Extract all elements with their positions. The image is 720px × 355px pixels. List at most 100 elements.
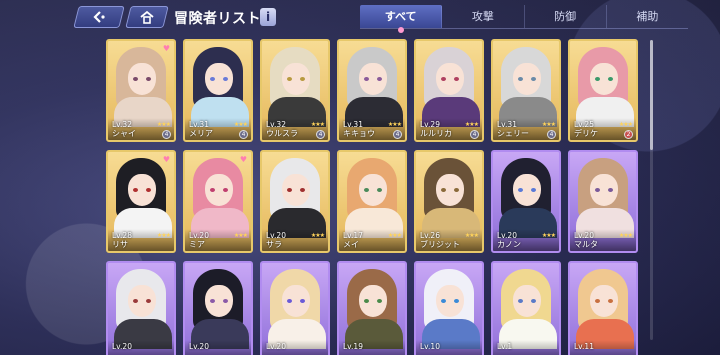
adventurer-name: ルルリカ [420, 129, 452, 138]
tab-attack[interactable]: 攻撃 [442, 5, 525, 28]
adventurer-card[interactable]: Lv.20 ★★★ カノン [491, 150, 561, 253]
level-label: Lv.20 [189, 342, 209, 351]
adventurer-card[interactable]: Lv.20 ★★★ サラ [260, 150, 330, 253]
adventurer-name: サラ [266, 240, 282, 249]
portrait-eye [518, 299, 523, 303]
rarity-stars: ★★★ [233, 232, 248, 239]
portrait-eye [300, 299, 305, 303]
portrait-eye [146, 188, 151, 192]
adventurer-card[interactable]: ♥ Lv.20 ★★★ ミア [183, 150, 253, 253]
portrait-eye [133, 299, 138, 303]
portrait-eye [608, 77, 613, 81]
adventurer-grid: ♥ Lv.32 ★★★ シャイ 4 Lv.31 ★★★ メリア 4 Lv.32 ★★★ ウルスラ 4 Lv… [100, 34, 645, 355]
rank-badge: 4 [470, 130, 479, 139]
adventurer-card[interactable]: Lv.19 [337, 261, 407, 355]
tab-all[interactable]: すべて [360, 5, 443, 33]
portrait-eye [377, 188, 382, 192]
tab-defense[interactable]: 防御 [525, 5, 607, 28]
level-label: Lv.10 [420, 342, 440, 351]
back-arrow-icon [93, 11, 105, 23]
portrait-eye [133, 188, 138, 192]
top-bar: 冒険者リスト i すべて 攻撃 防御 補助 [0, 0, 720, 34]
adventurer-card[interactable]: ♥ Lv.28 ★★★ リサ [106, 150, 176, 253]
adventurer-name: カノン [497, 240, 521, 249]
adventurer-name: ブリジット [420, 240, 460, 249]
portrait-eye [531, 77, 536, 81]
portrait-eye [364, 77, 369, 81]
portrait-eye [595, 299, 600, 303]
portrait-eye [454, 299, 459, 303]
adventurer-card[interactable]: ♥ Lv.32 ★★★ シャイ 4 [106, 39, 176, 142]
portrait-eye [531, 299, 536, 303]
level-label: Lv.11 [574, 342, 594, 351]
rarity-stars: ★★★ [464, 232, 479, 239]
tab-support[interactable]: 補助 [607, 5, 688, 28]
portrait-eye [608, 299, 613, 303]
rarity-stars: ★★★ [541, 232, 556, 239]
adventurer-card[interactable]: Lv.29 ★★★ ルルリカ 4 [414, 39, 484, 142]
adventurer-card[interactable]: Lv.20 ★★★ マルタ [568, 150, 638, 253]
adventurer-card[interactable]: Lv.20 [106, 261, 176, 355]
adventurer-card[interactable]: Lv.20 [260, 261, 330, 355]
portrait-eye [300, 188, 305, 192]
scrollbar-thumb[interactable] [650, 40, 653, 150]
adventurer-card[interactable]: Lv.25 ★★★ デリケ 2 [568, 39, 638, 142]
rarity-stars: ★★★ [464, 121, 479, 128]
portrait-eye [441, 299, 446, 303]
adventurer-name: シャイ [112, 129, 136, 138]
level-label: Lv.20 [112, 342, 132, 351]
rank-badge: 4 [239, 130, 248, 139]
portrait-eye [454, 188, 459, 192]
portrait-eye [223, 299, 228, 303]
portrait-eye [146, 299, 151, 303]
portrait-eye [223, 188, 228, 192]
adventurer-card[interactable]: Lv.20 [183, 261, 253, 355]
adventurer-name: デリケ [574, 129, 598, 138]
portrait-eye [518, 188, 523, 192]
portrait-eye [518, 77, 523, 81]
adventurer-card[interactable]: Lv.31 ★★★ キキョウ 4 [337, 39, 407, 142]
rarity-stars: ★★★ [233, 121, 248, 128]
adventurer-card[interactable]: Lv.26 ★★★ ブリジット [414, 150, 484, 253]
favorite-heart-icon: ♥ [162, 155, 170, 164]
rarity-stars: ★★★ [156, 121, 171, 128]
rarity-stars: ★★★ [541, 121, 556, 128]
adventurer-card[interactable]: Lv.32 ★★★ ウルスラ 4 [260, 39, 330, 142]
adventurer-card[interactable]: Lv.31 ★★★ シェリー 4 [491, 39, 561, 142]
portrait-eye [146, 77, 151, 81]
info-icon[interactable]: i [260, 8, 276, 26]
home-button[interactable] [125, 6, 169, 28]
portrait-eye [364, 299, 369, 303]
back-button[interactable] [73, 6, 125, 28]
adventurer-name: ミア [189, 240, 205, 249]
rank-badge: 4 [547, 130, 556, 139]
adventurer-name: メリア [189, 129, 213, 138]
portrait-eye [223, 77, 228, 81]
level-label: Lv.20 [266, 342, 286, 351]
rarity-stars: ★★★ [310, 121, 325, 128]
adventurer-card[interactable]: Lv.31 ★★★ メリア 4 [183, 39, 253, 142]
portrait-eye [287, 188, 292, 192]
portrait-eye [210, 299, 215, 303]
rarity-stars: ★★★ [156, 232, 171, 239]
portrait-eye [287, 299, 292, 303]
portrait-eye [300, 77, 305, 81]
adventurer-card[interactable]: Lv.1 [491, 261, 561, 355]
rank-badge: 2 [624, 130, 633, 139]
adventurer-name: キキョウ [343, 129, 375, 138]
rarity-stars: ★★★ [618, 232, 633, 239]
rank-badge: 4 [393, 130, 402, 139]
portrait-eye [595, 77, 600, 81]
adventurer-card[interactable]: Lv.10 [414, 261, 484, 355]
adventurer-card[interactable]: Lv.11 [568, 261, 638, 355]
portrait-eye [454, 77, 459, 81]
adventurer-name: リサ [112, 240, 128, 249]
favorite-heart-icon: ♥ [162, 44, 170, 53]
category-tabs: すべて 攻撃 防御 補助 [360, 5, 688, 33]
rarity-stars: ★★★ [618, 121, 633, 128]
rank-badge: 4 [162, 130, 171, 139]
grid-scrollbar[interactable] [650, 40, 653, 340]
adventurer-card[interactable]: Lv.17 ★★★ メイ [337, 150, 407, 253]
portrait-eye [441, 188, 446, 192]
level-label: Lv.19 [343, 342, 363, 351]
